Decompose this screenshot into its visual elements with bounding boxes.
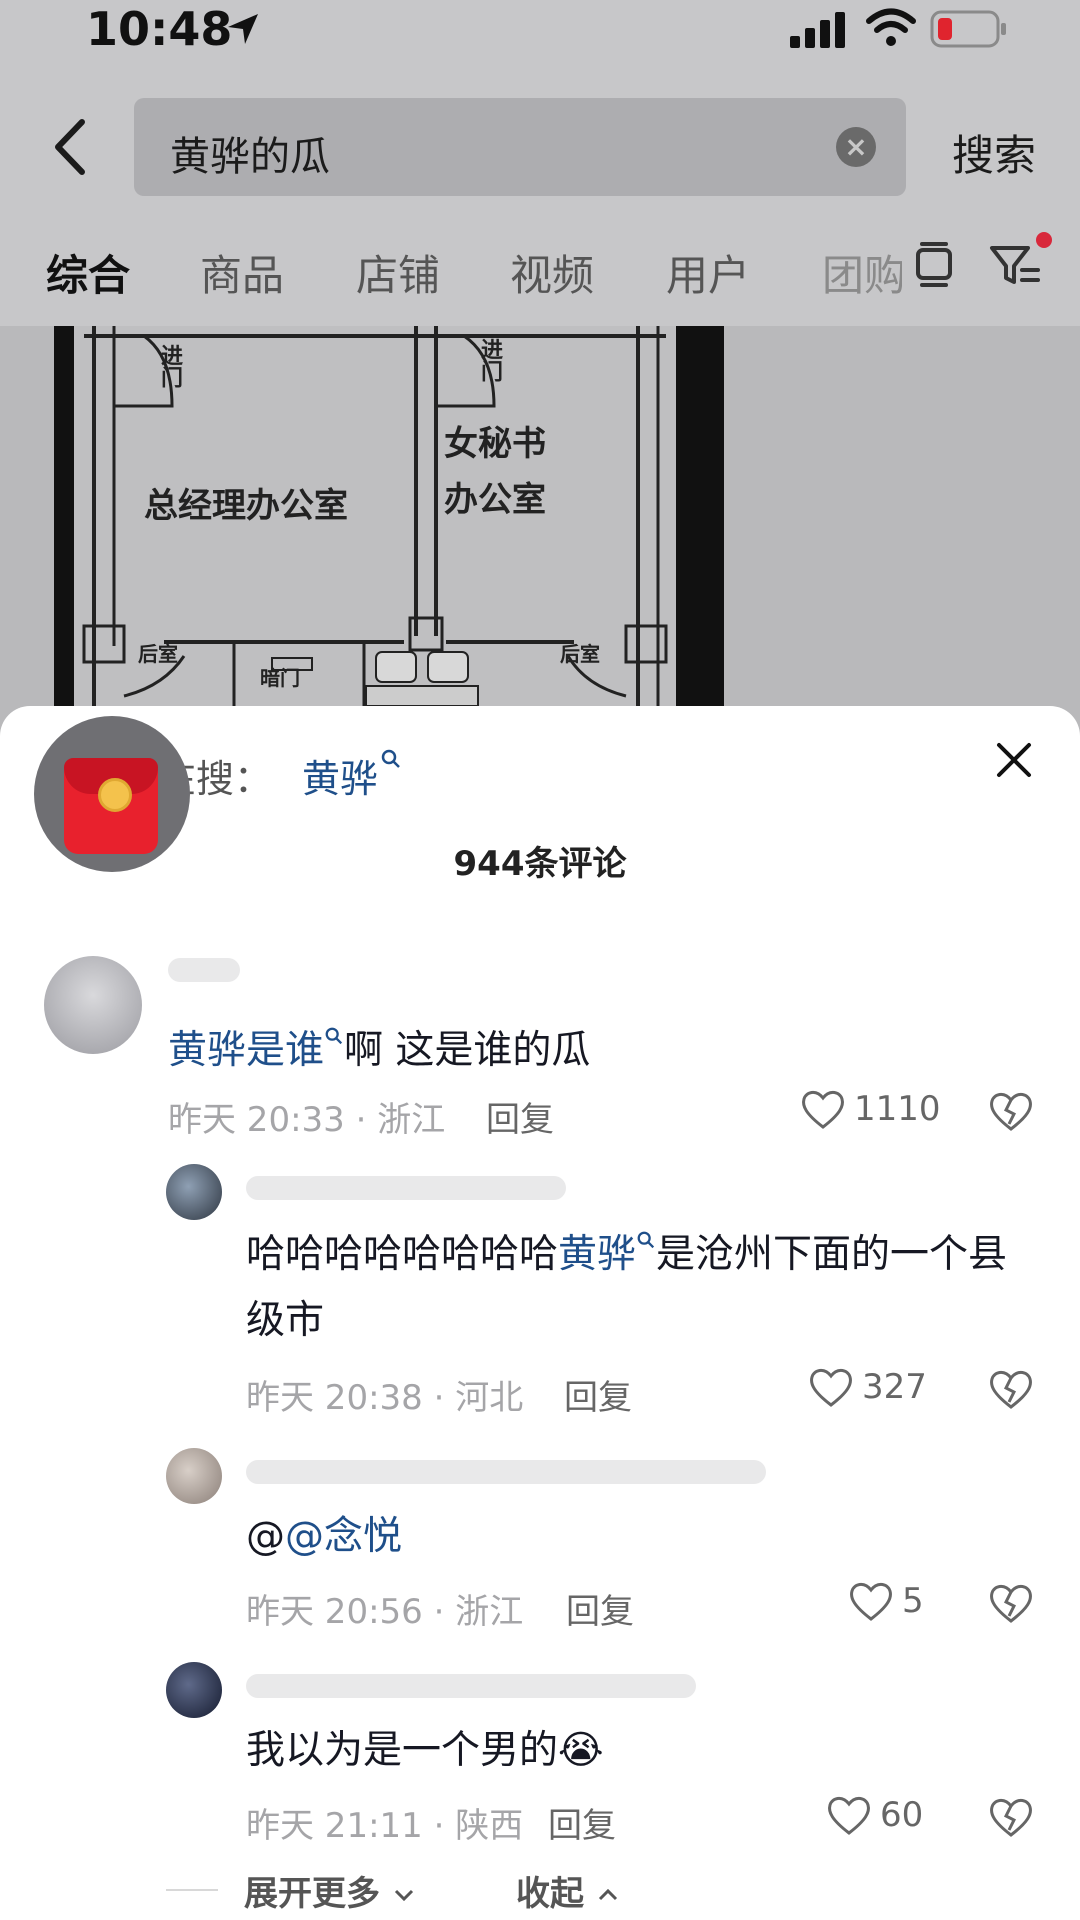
cellular-signal-icon bbox=[790, 12, 845, 48]
filter-icon[interactable] bbox=[988, 240, 1044, 290]
hot-search-keyword[interactable]: 黄骅 bbox=[302, 748, 402, 803]
broken-heart-icon[interactable] bbox=[988, 1796, 1034, 1838]
tab-shops[interactable]: 店铺 bbox=[356, 242, 440, 303]
battery-low-icon bbox=[930, 10, 1006, 48]
plan-label-secretary: 女秘书 bbox=[444, 424, 546, 464]
commenter-avatar[interactable] bbox=[44, 956, 142, 1054]
status-bar: 10:48 bbox=[0, 0, 1080, 62]
tab-products[interactable]: 商品 bbox=[200, 242, 284, 303]
keyword-link[interactable]: 黄骅是谁 bbox=[168, 1028, 324, 1073]
comment-body: 啊 这是谁的瓜 bbox=[344, 1028, 591, 1073]
search-query: 黄骅的瓜 bbox=[170, 134, 330, 180]
plan-label-office: 办公室 bbox=[444, 480, 546, 520]
reply-body: 我以为是一个男的 bbox=[246, 1728, 559, 1773]
reply-text: 我以为是一个男的😭 bbox=[246, 1718, 604, 1784]
reply-text: @@念悦 bbox=[246, 1504, 402, 1570]
home-indicator bbox=[936, 1908, 1056, 1916]
expand-more-label: 展开更多 bbox=[244, 1874, 380, 1914]
red-packet-coin-icon bbox=[98, 778, 132, 812]
keyword-link[interactable]: 黄骅 bbox=[558, 1232, 636, 1277]
like-button[interactable]: 327 bbox=[808, 1366, 927, 1408]
heart-icon bbox=[802, 1091, 844, 1129]
chevron-up-icon bbox=[598, 1888, 617, 1901]
reply-body-prefix: @ bbox=[246, 1514, 285, 1559]
reply-text: 哈哈哈哈哈哈哈哈黄骅 是沧州下面的一个县级市 bbox=[246, 1222, 1036, 1354]
replier-avatar[interactable] bbox=[166, 1164, 222, 1220]
back-chevron-icon[interactable] bbox=[52, 118, 88, 176]
plan-label-gm-office: 总经理办公室 bbox=[144, 486, 348, 526]
heart-icon bbox=[810, 1369, 852, 1407]
replier-avatar[interactable] bbox=[166, 1448, 222, 1504]
plan-label-hidden-door: 暗门 bbox=[260, 666, 300, 690]
plan-label-entrance-1: 进门 bbox=[157, 344, 183, 388]
replier-name-blurred[interactable] bbox=[246, 1460, 766, 1484]
broken-heart-icon[interactable] bbox=[988, 1090, 1034, 1132]
search-icon bbox=[381, 749, 400, 768]
heart-icon bbox=[850, 1583, 892, 1621]
search-icon bbox=[325, 1027, 343, 1045]
replier-name-blurred[interactable] bbox=[246, 1674, 696, 1698]
wifi-icon bbox=[866, 8, 916, 46]
chevron-down-icon bbox=[394, 1889, 413, 1902]
reply-item: @@念悦 昨天 20:56 · 浙江 回复 5 bbox=[0, 1442, 1080, 1642]
reply-button[interactable]: 回复 bbox=[486, 1092, 554, 1141]
status-time: 10:48 bbox=[86, 2, 233, 56]
reply-button[interactable]: 回复 bbox=[564, 1370, 632, 1419]
mention-link[interactable]: @念悦 bbox=[285, 1514, 402, 1559]
like-button[interactable]: 60 bbox=[826, 1794, 923, 1836]
like-button[interactable]: 1110 bbox=[800, 1088, 941, 1130]
top-overlay: 10:48 黄骅的瓜 × 搜索 综合 商品 店铺 视频 用户 团购 bbox=[0, 0, 1080, 326]
notification-dot bbox=[1036, 232, 1052, 248]
collapse-button[interactable]: 收起 bbox=[516, 1866, 620, 1915]
reply-meta: 昨天 20:38 · 河北 bbox=[246, 1378, 524, 1418]
clear-icon[interactable]: × bbox=[836, 127, 876, 167]
search-row: 黄骅的瓜 × 搜索 bbox=[0, 98, 1080, 198]
location-arrow-icon bbox=[228, 14, 258, 44]
reply-button[interactable]: 回复 bbox=[566, 1584, 634, 1633]
like-count: 60 bbox=[880, 1795, 924, 1835]
broken-heart-icon[interactable] bbox=[988, 1368, 1034, 1410]
layout-toggle-icon[interactable] bbox=[912, 240, 956, 290]
comment-count: 944条评论 bbox=[453, 844, 627, 884]
comment-sheet: 大家都在搜： 黄骅 944条评论 黄骅是谁啊 这是谁的瓜 昨天 20:33 · … bbox=[0, 706, 1080, 1920]
reply-body-prefix: 哈哈哈哈哈哈哈哈 bbox=[246, 1232, 559, 1277]
reply-meta: 昨天 20:56 · 浙江 bbox=[246, 1592, 524, 1632]
plan-label-entrance-2: 进门 bbox=[477, 338, 503, 382]
reply-button[interactable]: 回复 bbox=[548, 1798, 616, 1847]
like-button[interactable]: 5 bbox=[848, 1580, 924, 1622]
comment-text: 黄骅是谁啊 这是谁的瓜 bbox=[168, 1018, 590, 1084]
search-input[interactable]: 黄骅的瓜 × bbox=[134, 98, 906, 196]
replier-avatar[interactable] bbox=[166, 1662, 222, 1718]
like-count: 327 bbox=[862, 1367, 927, 1407]
tab-comprehensive[interactable]: 综合 bbox=[46, 242, 130, 303]
tab-group-buy[interactable]: 团购 bbox=[822, 242, 902, 303]
reply-item: 我以为是一个男的😭 昨天 21:11 · 陕西 回复 60 bbox=[0, 1656, 1080, 1856]
like-count: 5 bbox=[902, 1581, 924, 1621]
reply-meta: 昨天 21:11 · 陕西 bbox=[246, 1806, 524, 1846]
tab-users[interactable]: 用户 bbox=[666, 242, 750, 303]
reply-item: 哈哈哈哈哈哈哈哈黄骅 是沧州下面的一个县级市 昨天 20:38 · 河北 回复 3… bbox=[0, 1158, 1080, 1438]
replier-name-blurred[interactable] bbox=[246, 1176, 566, 1200]
search-icon bbox=[637, 1231, 655, 1249]
close-icon[interactable] bbox=[994, 740, 1034, 780]
search-button[interactable]: 搜索 bbox=[952, 122, 1036, 183]
commenter-name-blurred[interactable] bbox=[168, 958, 240, 982]
hot-search-keyword-text: 黄骅 bbox=[302, 757, 379, 801]
floor-plan-image: 进门 进门 总经理办公室 女秘书 办公室 后室 暗门 后室 bbox=[54, 326, 724, 706]
crying-emoji-icon: 😭 bbox=[558, 1728, 604, 1773]
expand-more-button[interactable]: 展开更多 bbox=[244, 1866, 416, 1915]
plan-label-back-room-2: 后室 bbox=[560, 642, 600, 666]
broken-heart-icon[interactable] bbox=[988, 1582, 1034, 1624]
divider bbox=[166, 1889, 218, 1891]
comment-item: 黄骅是谁啊 这是谁的瓜 昨天 20:33 · 浙江 回复 1110 bbox=[0, 944, 1080, 1174]
like-count: 1110 bbox=[854, 1089, 941, 1129]
heart-icon bbox=[828, 1797, 870, 1835]
result-tabs: 综合 商品 店铺 视频 用户 团购 bbox=[0, 236, 1080, 306]
plan-label-back-room-1: 后室 bbox=[138, 642, 178, 666]
collapse-label: 收起 bbox=[516, 1874, 584, 1914]
tab-videos[interactable]: 视频 bbox=[510, 242, 594, 303]
comment-meta: 昨天 20:33 · 浙江 bbox=[168, 1100, 446, 1140]
